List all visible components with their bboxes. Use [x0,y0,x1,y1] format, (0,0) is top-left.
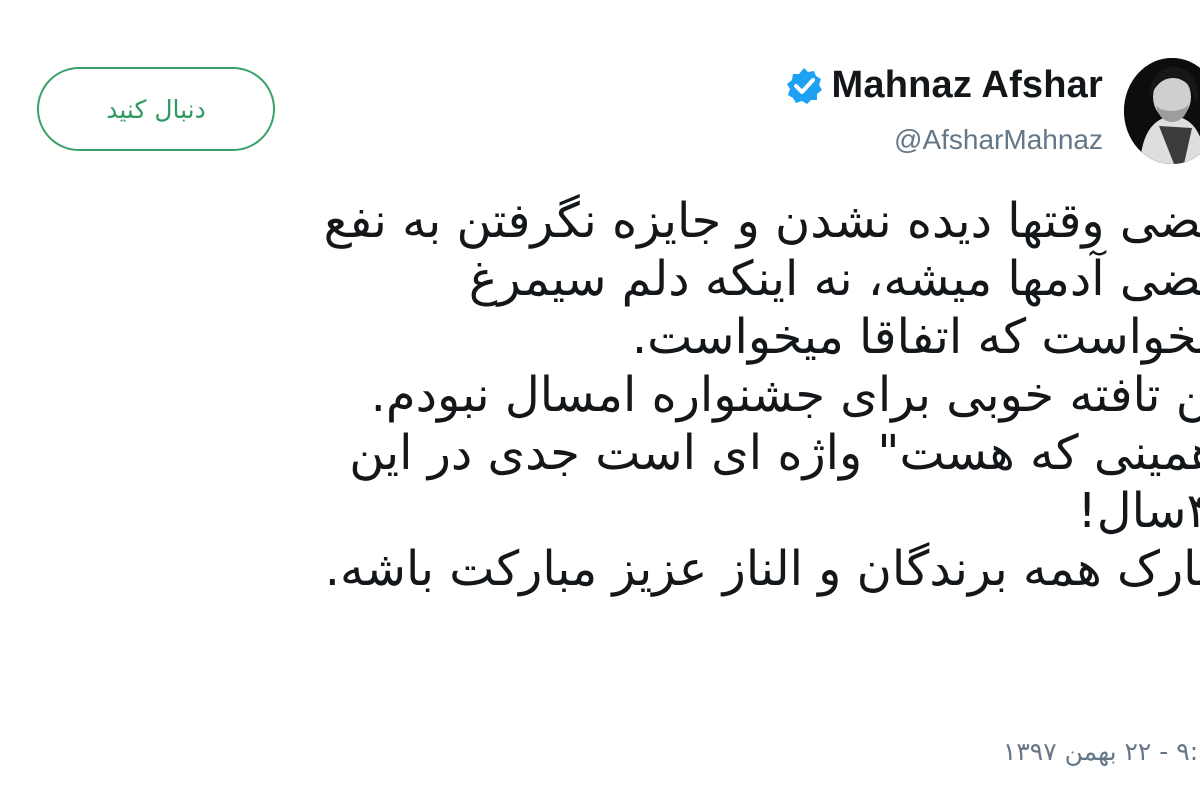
tweet-line: بعضی آدمها میشه، نه اینکه دلم سیمرغ [468,251,1200,307]
follow-button[interactable]: دنبال کنید [37,67,275,151]
tweet-author: Mahnaz Afshar @AfsharMahnaz [740,58,1200,170]
avatar[interactable] [1124,58,1200,164]
user-handle[interactable]: @AfsharMahnaz [894,124,1103,156]
display-name[interactable]: Mahnaz Afshar [832,64,1103,107]
tweet-line: مبارک همه برندگان و الناز عزیز مبارکت با… [324,541,1200,597]
display-name-row[interactable]: Mahnaz Afshar [784,64,1103,107]
tweet-text: بعضی وقتها دیده نشدن و جایزه نگرفتن به ن… [0,192,1200,598]
tweet-line: من تافته خوبی برای جشنواره امسال نبودم. [370,367,1200,423]
tweet-line: ۴۰سال! [1077,483,1200,539]
verified-badge-icon [786,67,822,104]
tweet-line: بعضی وقتها دیده نشدن و جایزه نگرفتن به ن… [323,193,1200,249]
tweet-line: میخواست که اتفاقا میخواست. [631,309,1200,365]
tweet-line: "همینی که هست" واژه ای است جدی در این [349,425,1200,481]
tweet-timestamp[interactable]: ۹:۰۰ - ۲۲ بهمن ۱۳۹۷ [1003,737,1200,766]
